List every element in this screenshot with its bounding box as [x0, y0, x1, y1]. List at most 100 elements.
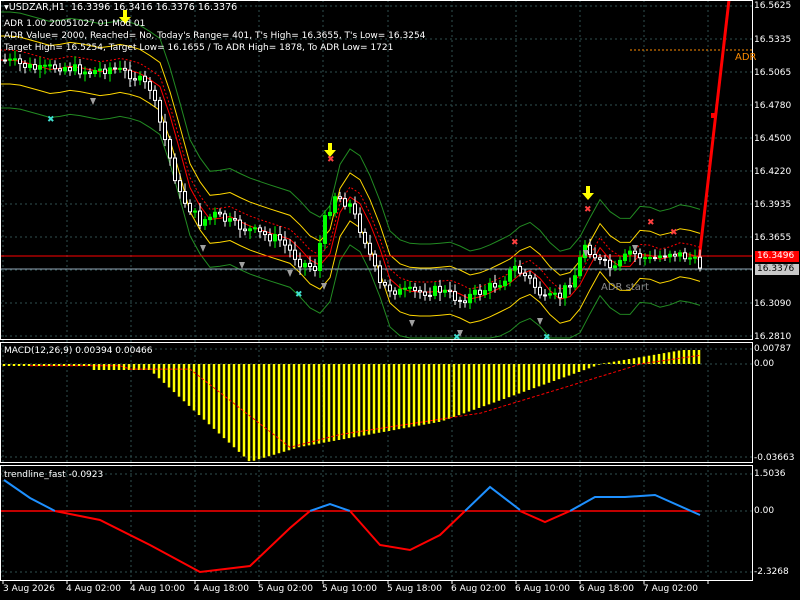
- signal-markers: ✖✖✖✖✖✖✖✖ ✖: [47, 10, 678, 343]
- candle-body: [198, 210, 202, 226]
- gray-arrow-icon: [90, 98, 96, 105]
- candle-body: [498, 285, 502, 288]
- candle-body: [18, 58, 22, 65]
- cross-marker-icon: ✖: [327, 155, 335, 165]
- cyan-cross-icon: ✖: [295, 290, 303, 300]
- candle-body: [383, 282, 387, 286]
- gray-arrow-icon: [409, 320, 415, 327]
- candle-body: [683, 252, 687, 260]
- candle-body: [473, 289, 477, 295]
- candle-body: [93, 70, 97, 75]
- candle-body: [148, 81, 152, 91]
- cyan-cross-icon: ✖: [543, 333, 551, 343]
- adr-line-2: ADR Value= 2000, Reached= No, Today's Ra…: [4, 31, 426, 41]
- candle-body: [368, 242, 372, 255]
- candle-body: [693, 256, 697, 259]
- time-tick: 6 Aug 10:00: [515, 584, 570, 594]
- candle-body: [423, 291, 427, 296]
- candle-body: [23, 63, 27, 68]
- candle-body: [508, 269, 512, 282]
- candle-body: [648, 257, 652, 260]
- candle-body: [618, 259, 622, 267]
- candle-body: [643, 257, 647, 260]
- time-tick: 5 Aug 10:00: [322, 584, 377, 594]
- candle-body: [233, 218, 237, 221]
- candle-body: [38, 65, 42, 70]
- candle-body: [503, 280, 507, 287]
- candle-body: [493, 282, 497, 288]
- macd-tick: 0.00: [754, 359, 775, 369]
- candle-body: [253, 227, 257, 230]
- trend-up-line: [569, 493, 701, 516]
- down-arrow-icon: [582, 186, 594, 200]
- candle-body: [303, 262, 307, 268]
- candle-body: [168, 139, 172, 159]
- candle-body: [533, 277, 537, 288]
- candle-body: [398, 288, 402, 295]
- projection-marker: [711, 113, 716, 118]
- cross-marker-icon: ✖: [584, 205, 592, 215]
- candle-body: [138, 75, 142, 81]
- candle-body: [203, 219, 207, 226]
- symbol-title: USDZAR,H1: [8, 2, 65, 13]
- candle-body: [588, 244, 592, 255]
- candle-body: [108, 67, 112, 75]
- macd-tick: 0.00787: [754, 344, 792, 354]
- cross-marker-icon: ✖: [511, 238, 519, 248]
- candle-body: [528, 275, 532, 279]
- price-tick: 16.4500: [754, 134, 792, 144]
- candle-body: [123, 67, 127, 71]
- time-tick: 6 Aug 18:00: [579, 584, 634, 594]
- adr-line-3: Target High= 16.5254, Target Low= 16.165…: [4, 43, 394, 53]
- candle-body: [623, 253, 627, 261]
- candle-body: [178, 180, 182, 193]
- candle-body: [98, 68, 102, 72]
- fast-ma-line: [0, 59, 701, 300]
- candle-body: [698, 256, 702, 269]
- candle-body: [608, 259, 612, 269]
- price-tick: 16.3655: [754, 233, 792, 243]
- candle-body: [603, 258, 607, 261]
- price-tick: 16.5625: [754, 1, 792, 11]
- candle-body: [373, 253, 377, 267]
- candle-body: [83, 71, 87, 75]
- time-tick: 4 Aug 10:00: [130, 584, 185, 594]
- candle-body: [688, 257, 692, 260]
- candle-body: [428, 294, 432, 297]
- candle-body: [628, 250, 632, 255]
- candle-body: [523, 272, 527, 277]
- candle-body: [318, 242, 322, 272]
- candle-body: [443, 289, 447, 293]
- candle-body: [28, 64, 32, 68]
- candle-body: [388, 284, 392, 292]
- candle-body: [163, 121, 167, 141]
- candle-body: [348, 203, 352, 207]
- candle-body: [658, 255, 662, 259]
- candle-body: [678, 252, 682, 257]
- candle-body: [538, 286, 542, 296]
- candle-body: [513, 265, 517, 271]
- candle-body: [393, 290, 397, 295]
- adr-line-1: ADR 1.00 20051027 01 Mod 01: [4, 19, 146, 29]
- cross-marker-icon: ✖: [647, 218, 655, 228]
- price-tick: 16.5335: [754, 35, 792, 45]
- current-price-red: 16.3496: [755, 251, 799, 262]
- candle-body: [68, 66, 72, 72]
- candle-body: [268, 234, 272, 242]
- trend-up-line: [3, 479, 56, 512]
- candle-body: [568, 285, 572, 288]
- candle-body: [483, 290, 487, 295]
- candle-body: [263, 231, 267, 236]
- time-tick: 3 Aug 2026: [3, 584, 55, 594]
- candle-body: [223, 213, 227, 222]
- candle-body: [188, 202, 192, 213]
- candle-body: [408, 286, 412, 289]
- time-tick: 7 Aug 02:00: [643, 584, 698, 594]
- candle-body: [403, 287, 407, 290]
- adr-tag: ADR: [735, 52, 757, 63]
- candle-body: [238, 219, 242, 230]
- candle-body: [453, 291, 457, 301]
- price-chart[interactable]: ✖✖✖✖✖✖✖✖ ✖: [0, 0, 800, 600]
- candle-body: [458, 299, 462, 302]
- candle-body: [463, 300, 467, 304]
